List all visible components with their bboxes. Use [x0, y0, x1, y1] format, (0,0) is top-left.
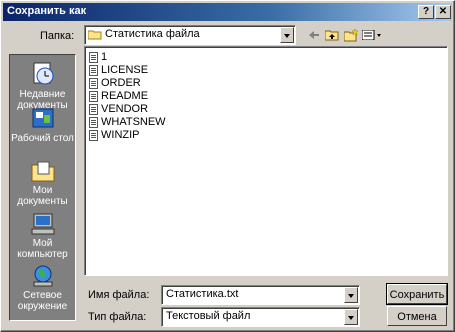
text-file-icon [89, 103, 98, 115]
my-computer-icon [31, 213, 54, 235]
file-name: VENDOR [101, 103, 149, 115]
place-label-line2: компьютер [17, 249, 68, 260]
file-name: LICENSE [101, 64, 149, 76]
filetype-label: Тип файла: [88, 311, 147, 323]
text-file-icon [89, 51, 98, 63]
new-folder-icon[interactable] [342, 26, 360, 44]
place-my-computer[interactable]: Мой компьютер [10, 212, 75, 260]
list-item[interactable]: 1 [89, 51, 107, 64]
place-label-line1: Недавние [19, 89, 66, 100]
desktop-icon [32, 108, 53, 128]
list-item[interactable]: ORDER [89, 77, 141, 90]
back-arrow-icon[interactable] [305, 26, 323, 44]
list-item[interactable]: WHATSNEW [89, 116, 166, 129]
place-label-line1: Рабочий стол [11, 133, 74, 144]
chevron-down-icon[interactable] [344, 309, 358, 325]
place-my-documents[interactable]: Мои документы [10, 159, 75, 207]
network-icon [33, 265, 52, 287]
text-file-icon [89, 90, 98, 102]
close-button[interactable]: ✕ [435, 5, 451, 19]
place-recent-documents[interactable]: Недавние документы [10, 61, 75, 111]
folder-icon [88, 30, 102, 40]
place-desktop[interactable]: Рабочий стол [10, 107, 75, 144]
place-label-line1: Мой [32, 238, 53, 249]
window-title: Сохранить как [7, 5, 87, 17]
help-button[interactable]: ? [418, 5, 434, 19]
folder-combo[interactable]: Статистика файла [84, 25, 296, 45]
recent-documents-icon [33, 62, 53, 85]
folder-up-icon[interactable] [323, 26, 341, 44]
file-name: 1 [101, 51, 108, 63]
text-file-icon [89, 129, 98, 141]
filetype-select[interactable]: Текстовый файл [161, 307, 360, 327]
save-button[interactable]: Сохранить [386, 283, 448, 305]
list-item[interactable]: LICENSE [89, 64, 148, 77]
place-label-line2: окружение [17, 301, 68, 312]
list-item[interactable]: VENDOR [89, 103, 148, 116]
list-item[interactable]: WINZIP [89, 129, 140, 142]
file-name: README [101, 90, 149, 102]
places-bar: Недавние документы Рабочий стол Мои доку… [9, 54, 76, 321]
filename-field[interactable]: Статистика.txt [161, 285, 360, 305]
list-item[interactable]: README [89, 90, 148, 103]
filename-label: Имя файла: [88, 289, 150, 301]
my-documents-icon [31, 161, 54, 182]
cancel-button[interactable]: Отмена [387, 306, 447, 326]
place-network[interactable]: Сетевое окружение [10, 264, 75, 312]
file-list[interactable]: 1 LICENSE ORDER README VENDOR WHATSNEW W… [84, 46, 448, 276]
title-bar[interactable]: Сохранить как ? ✕ [3, 3, 452, 21]
file-name: WINZIP [101, 129, 140, 141]
text-file-icon [89, 64, 98, 76]
chevron-down-icon[interactable] [280, 27, 294, 43]
file-name: ORDER [101, 77, 141, 89]
chevron-down-icon[interactable] [344, 287, 358, 303]
file-name: WHATSNEW [101, 116, 166, 128]
place-label-line1: Мои [32, 185, 53, 196]
filetype-value: Текстовый файл [166, 310, 251, 322]
view-menu-icon[interactable] [361, 26, 383, 44]
place-label-line2: документы [17, 196, 68, 207]
place-label-line1: Сетевое [23, 290, 62, 301]
folder-value: Статистика файла [105, 28, 200, 40]
folder-label: Папка: [40, 30, 75, 42]
filename-value: Статистика.txt [166, 288, 239, 300]
text-file-icon [89, 77, 98, 89]
save-as-dialog: Сохранить как ? ✕ Папка: Статистика файл… [0, 0, 455, 332]
text-file-icon [89, 116, 98, 128]
